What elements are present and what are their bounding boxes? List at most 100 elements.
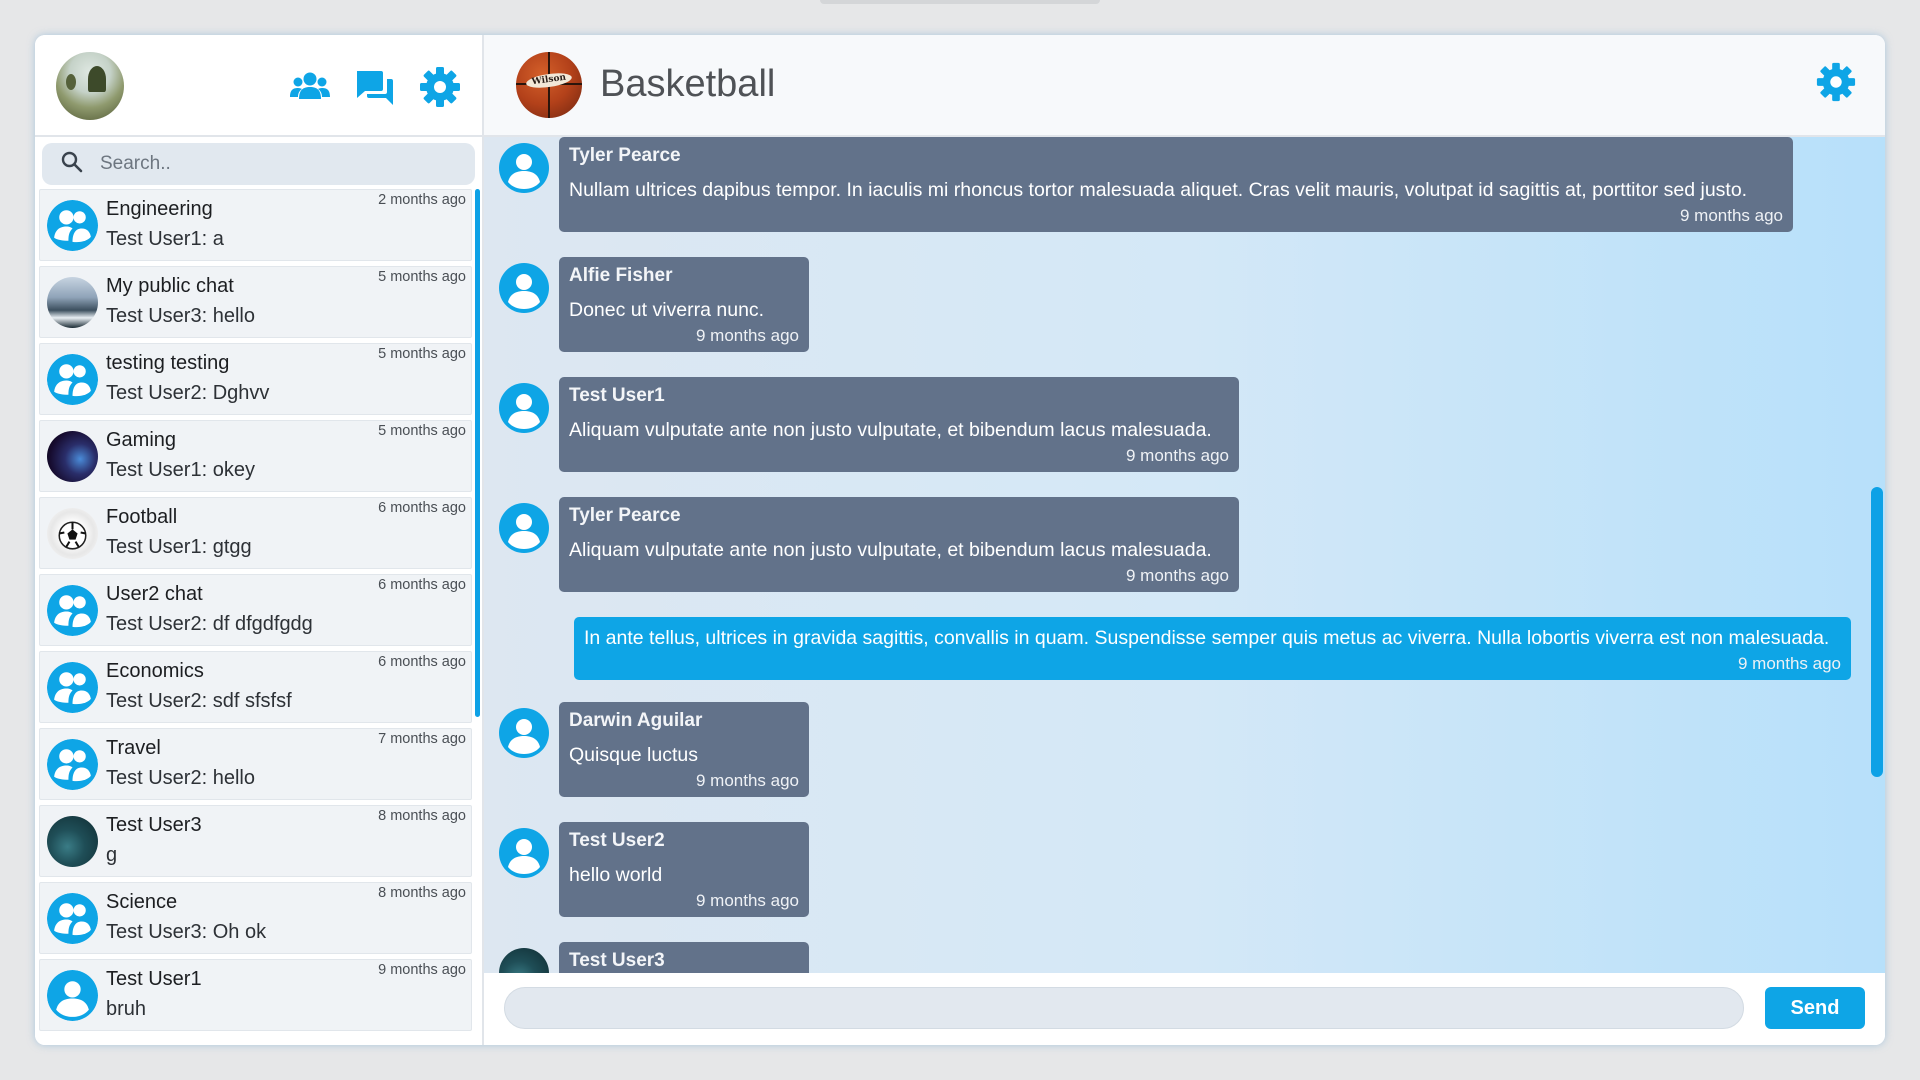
message-sender: Test User3 xyxy=(569,950,665,971)
group-avatar-icon xyxy=(47,585,98,636)
sidebar: Engineering Test User1: a 2 months ago M… xyxy=(35,35,484,1045)
chat-list: Engineering Test User1: a 2 months ago M… xyxy=(35,185,482,1045)
search-input[interactable] xyxy=(100,153,430,175)
chat-list-item[interactable]: Engineering Test User1: a 2 months ago xyxy=(39,189,472,261)
chat-name: testing testing xyxy=(106,352,230,374)
chat-list-item[interactable]: Gaming Test User1: okey 5 months ago xyxy=(39,420,472,492)
chat-time: 5 months ago xyxy=(378,346,466,362)
message-time: 9 months ago xyxy=(1679,206,1783,225)
message-time: 9 months ago xyxy=(695,891,799,910)
message-bubble: Alfie Fisher Donec ut viverra nunc. 9 mo… xyxy=(559,257,809,352)
chat-name: Test User1 xyxy=(106,968,202,990)
chat-name: Science xyxy=(106,891,178,913)
message-sender: Darwin Aguilar xyxy=(569,710,703,731)
user-avatar-icon xyxy=(499,263,549,313)
user-avatar-icon xyxy=(47,970,98,1021)
message-time: 9 months ago xyxy=(1125,446,1229,465)
search-icon xyxy=(60,150,84,179)
chat-last-message: Test User2: df dfgdfgdg xyxy=(106,613,313,635)
group-avatar-icon xyxy=(47,893,98,944)
chat-time: 6 months ago xyxy=(378,654,466,670)
chat-list-item[interactable]: Travel Test User2: hello 7 months ago xyxy=(39,728,472,800)
chat-name: Travel xyxy=(106,737,161,759)
chat-list-item[interactable]: My public chat Test User3: hello 5 month… xyxy=(39,266,472,338)
chat-avatar xyxy=(47,431,98,482)
chat-last-message: Test User3: Oh ok xyxy=(106,921,267,943)
room-avatar-basketball[interactable]: Wilson xyxy=(516,52,582,118)
group-avatar-icon xyxy=(47,200,98,251)
message-text: Donec ut viverra nunc. xyxy=(569,299,765,321)
chat-name: Economics xyxy=(106,660,204,682)
chat-time: 7 months ago xyxy=(378,731,466,747)
message-bubble: Test User3 xyxy=(559,942,809,973)
chat-last-message: Test User1: gtgg xyxy=(106,536,252,558)
chat-last-message: Test User2: sdf sfsfsf xyxy=(106,690,292,712)
chat-last-message: Test User2: hello xyxy=(106,767,255,789)
user-avatar-icon xyxy=(499,708,549,758)
message-composer: Send xyxy=(484,973,1885,1045)
message-text: hello world xyxy=(569,864,663,886)
message-time: 9 months ago xyxy=(1737,654,1841,673)
chat-list-item[interactable]: Test User1 bruh 9 months ago xyxy=(39,959,472,1031)
gear-icon[interactable] xyxy=(418,65,462,109)
message-bubble: Tyler Pearce Nullam ultrices dapibus tem… xyxy=(559,137,1793,232)
send-button[interactable]: Send xyxy=(1765,987,1865,1029)
chat-last-message: bruh xyxy=(106,998,147,1020)
user-avatar-icon xyxy=(499,383,549,433)
chat-time: 9 months ago xyxy=(378,962,466,978)
chat-time: 2 months ago xyxy=(378,192,466,208)
user-avatar-icon xyxy=(499,503,549,553)
message-sender: Test User1 xyxy=(569,385,665,406)
messages-scrollbar[interactable] xyxy=(1871,487,1883,777)
sidebar-scrollbar[interactable] xyxy=(475,189,480,717)
chat-room: Wilson Basketball Tyler Pearce Nullam ul… xyxy=(484,35,1885,1045)
chat-name: My public chat xyxy=(106,275,234,297)
chat-avatar xyxy=(47,816,98,867)
chat-bubbles-icon[interactable] xyxy=(353,65,397,109)
message-bubble: Darwin Aguilar Quisque luctus 9 months a… xyxy=(559,702,809,797)
chat-app-window: Engineering Test User1: a 2 months ago M… xyxy=(35,35,1885,1045)
sidebar-header xyxy=(35,35,482,137)
message-sender: Tyler Pearce xyxy=(569,505,681,526)
chat-last-message: Test User1: okey xyxy=(106,459,255,481)
message-text: Quisque luctus xyxy=(569,744,698,766)
own-message-bubble: In ante tellus, ultrices in gravida sagi… xyxy=(574,617,1851,680)
message-bubble: Tyler Pearce Aliquam vulputate ante non … xyxy=(559,497,1239,592)
chat-avatar xyxy=(499,948,549,973)
message-sender: Test User2 xyxy=(569,830,665,851)
chat-time: 8 months ago xyxy=(378,885,466,901)
chat-time: 6 months ago xyxy=(378,500,466,516)
room-header: Wilson Basketball xyxy=(484,35,1885,137)
chat-avatar xyxy=(47,277,98,328)
chat-list-item[interactable]: User2 chat Test User2: df dfgdfgdg 6 mon… xyxy=(39,574,472,646)
group-avatar-icon xyxy=(47,662,98,713)
message-text: Aliquam vulputate ante non justo vulputa… xyxy=(569,539,1212,561)
chat-name: Test User3 xyxy=(106,814,202,836)
room-settings-gear-icon[interactable] xyxy=(1815,61,1857,103)
my-avatar[interactable] xyxy=(56,52,124,120)
chat-avatar xyxy=(47,508,98,559)
message-time: 9 months ago xyxy=(1125,566,1229,585)
message-text: Aliquam vulputate ante non justo vulputa… xyxy=(569,419,1212,441)
message-time: 9 months ago xyxy=(695,326,799,345)
message-text: Nullam ultrices dapibus tempor. In iacul… xyxy=(569,179,1748,201)
search-bar xyxy=(42,143,475,185)
chat-list-item[interactable]: Science Test User3: Oh ok 8 months ago xyxy=(39,882,472,954)
chat-last-message: g xyxy=(106,844,118,866)
chat-list-item[interactable]: Economics Test User2: sdf sfsfsf 6 month… xyxy=(39,651,472,723)
message-bubble: Test User2 hello world 9 months ago xyxy=(559,822,809,917)
chat-list-item[interactable]: Football Test User1: gtgg 6 months ago xyxy=(39,497,472,569)
group-avatar-icon xyxy=(47,739,98,790)
chat-list-item[interactable]: Test User3 g 8 months ago xyxy=(39,805,472,877)
chat-name: Gaming xyxy=(106,429,177,451)
message-time: 9 months ago xyxy=(695,771,799,790)
message-input[interactable] xyxy=(504,987,1744,1029)
chat-time: 8 months ago xyxy=(378,808,466,824)
chat-list-item[interactable]: testing testing Test User2: Dghvv 5 mont… xyxy=(39,343,472,415)
message-bubble: Test User1 Aliquam vulputate ante non ju… xyxy=(559,377,1239,472)
users-icon[interactable] xyxy=(288,65,332,109)
message-sender: Tyler Pearce xyxy=(569,145,681,166)
chat-time: 5 months ago xyxy=(378,423,466,439)
message-sender: Alfie Fisher xyxy=(569,265,673,286)
message-text: In ante tellus, ultrices in gravida sagi… xyxy=(584,627,1830,649)
